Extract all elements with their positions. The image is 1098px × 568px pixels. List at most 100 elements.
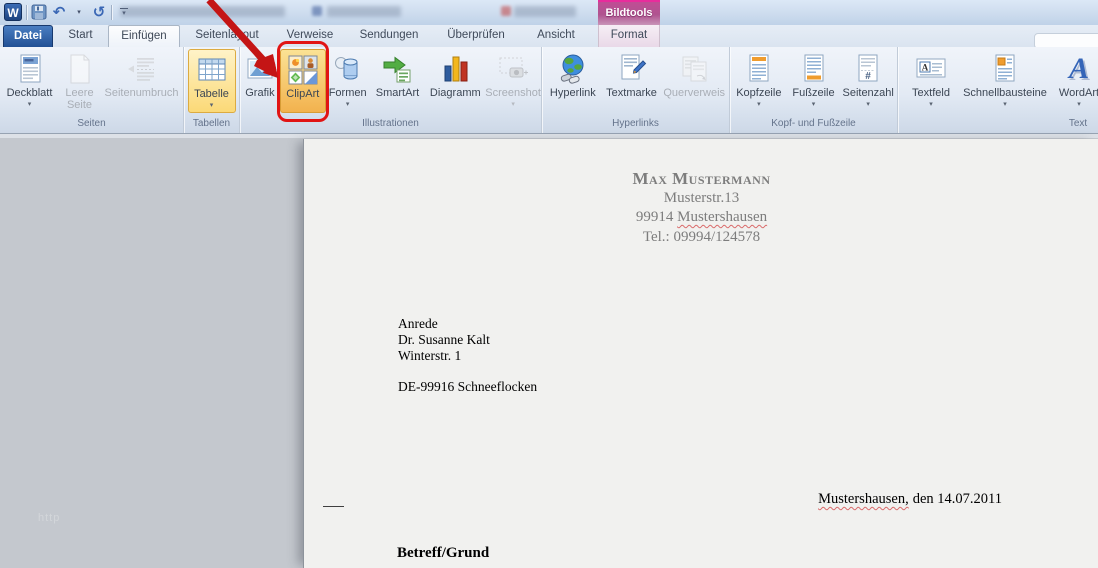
word-window: W ↶ ▾ ↺ ▾ Bildtools	[0, 0, 1098, 568]
group-label: Seiten	[0, 117, 183, 133]
querverweis-button[interactable]: Querverweis	[659, 49, 729, 113]
group-label: Text	[898, 117, 1098, 133]
chevron-down-icon: ▾	[866, 101, 870, 108]
recipient-line: DE-99916 Schneeflocken	[398, 379, 537, 395]
chart-icon	[440, 51, 470, 87]
cover-page-icon	[15, 51, 45, 87]
diagramm-button[interactable]: Diagramm	[425, 49, 485, 113]
save-icon	[31, 4, 47, 20]
redo-icon: ↺	[93, 5, 106, 20]
textfeld-button[interactable]: A Textfeld ▾	[904, 49, 958, 113]
toolbar-separator	[111, 5, 112, 20]
subject-line: Betreff/Grund	[397, 545, 489, 562]
textmarke-button[interactable]: Textmarke	[604, 49, 660, 113]
hyperlink-button[interactable]: Hyperlink	[542, 49, 604, 113]
blurred-favicon	[312, 6, 322, 16]
redo-button[interactable]: ↺	[91, 3, 107, 21]
chevron-down-icon: ▾	[929, 101, 933, 108]
chevron-down-icon: ▾	[210, 102, 214, 109]
letterhead-street: Musterstr.13	[304, 189, 1098, 209]
button-label: Diagramm	[430, 87, 481, 99]
group-label: Kopf- und Fußzeile	[730, 117, 897, 133]
letterhead-name: Max Mustermann	[304, 169, 1098, 189]
screenshot-button[interactable]: Screenshot ▾	[485, 49, 541, 113]
button-label: Textfeld	[912, 87, 950, 99]
ribbon: Deckblatt ▾ Leere Seite	[0, 47, 1098, 134]
word-logo-icon[interactable]: W	[4, 3, 22, 21]
fusszeile-button[interactable]: Fußzeile ▾	[788, 49, 840, 113]
bookmark-icon	[617, 51, 647, 87]
button-label: Screenshot	[485, 87, 541, 99]
leere-seite-button[interactable]: Leere Seite	[59, 49, 101, 113]
ribbon-group-seiten: Deckblatt ▾ Leere Seite	[0, 47, 184, 133]
undo-icon: ↶	[53, 5, 66, 20]
quick-access-toolbar: W ↶ ▾ ↺ ▾	[4, 2, 132, 22]
tab-format-bildtools[interactable]: Format	[598, 25, 660, 47]
tab-ueberpruefen[interactable]: Überprüfen	[432, 25, 520, 47]
blurred-window-title	[327, 6, 401, 17]
button-label: Querverweis	[663, 87, 725, 99]
button-label: SmartArt	[376, 87, 419, 99]
toolbar-separator	[26, 5, 27, 20]
header-icon	[745, 51, 773, 87]
tab-sendungen[interactable]: Sendungen	[346, 25, 432, 47]
tab-einfuegen[interactable]: Einfügen	[108, 25, 180, 47]
recipient-line: Winterstr. 1	[398, 348, 537, 364]
chevron-down-icon: ▾	[28, 101, 32, 108]
hyperlink-globe-icon	[558, 51, 588, 87]
spellcheck-underline: Mustershausen	[677, 209, 767, 225]
undo-button[interactable]: ↶	[51, 3, 67, 21]
blurred-favicon	[501, 6, 511, 16]
recipient-line: Dr. Susanne Kalt	[398, 332, 537, 348]
smartart-icon	[382, 51, 412, 87]
chevron-down-icon: ▾	[757, 101, 761, 108]
formen-button[interactable]: Formen ▾	[326, 49, 370, 113]
kopfzeile-button[interactable]: Kopfzeile ▾	[730, 49, 788, 113]
footer-icon	[800, 51, 828, 87]
quick-parts-icon	[991, 51, 1019, 87]
contextual-tab-group-header: Bildtools	[598, 0, 660, 25]
cross-reference-icon	[679, 51, 709, 87]
button-label: Formen	[329, 87, 367, 99]
svg-text:#: #	[865, 71, 871, 82]
button-label: Seitenzahl	[842, 87, 893, 99]
tab-datei[interactable]: Datei	[3, 25, 53, 47]
tab-start[interactable]: Start	[53, 25, 108, 47]
chevron-down-icon: ▾	[812, 101, 816, 108]
deckblatt-button[interactable]: Deckblatt ▾	[1, 49, 59, 113]
screenshot-icon	[497, 51, 529, 87]
svg-text:A: A	[922, 63, 929, 73]
page-number-icon: #	[854, 51, 882, 87]
text-box-icon: A	[915, 51, 947, 87]
undo-dropdown[interactable]: ▾	[71, 3, 87, 21]
blank-line	[398, 364, 537, 379]
spellcheck-underline: Mustershausen,	[818, 491, 909, 507]
document-canvas: http Max Mustermann Musterstr.13 99914 M…	[0, 134, 1098, 568]
button-label: Leere Seite	[59, 87, 101, 111]
titlebar: W ↶ ▾ ↺ ▾ Bildtools	[0, 0, 1098, 25]
blank-page-icon	[67, 51, 93, 87]
recipient-line: Anrede	[398, 316, 537, 332]
letterhead: Max Mustermann Musterstr.13 99914 Muster…	[304, 169, 1098, 247]
button-label: Textmarke	[606, 87, 657, 99]
save-button[interactable]	[31, 3, 47, 21]
chevron-down-icon: ▾	[77, 8, 81, 16]
chevron-down-icon: ▾	[346, 101, 350, 108]
chevron-down-icon: ▾	[511, 101, 515, 108]
group-label: Tabellen	[184, 117, 239, 133]
shapes-icon	[333, 51, 363, 87]
button-label: Kopfzeile	[736, 87, 781, 99]
smartart-button[interactable]: SmartArt	[370, 49, 426, 113]
seitenumbruch-button[interactable]: Seitenumbruch	[101, 49, 183, 113]
document-page[interactable]: Max Mustermann Musterstr.13 99914 Muster…	[303, 139, 1098, 568]
chevron-down-icon: ▾	[1003, 101, 1007, 108]
tab-ansicht[interactable]: Ansicht	[520, 25, 592, 47]
wordart-button[interactable]: A WordArt ▾	[1052, 49, 1098, 113]
seitenzahl-button[interactable]: # Seitenzahl ▾	[839, 49, 897, 113]
button-label: Hyperlink	[550, 87, 596, 99]
ribbon-tab-row: Datei Start Einfügen Seitenlayout Verwei…	[0, 25, 1098, 47]
ribbon-group-text: A Textfeld ▾	[898, 47, 1098, 133]
ribbon-group-hyperlinks: Hyperlink Textmarke	[542, 47, 730, 133]
blurred-window-title	[514, 6, 576, 17]
schnellbausteine-button[interactable]: Schnellbausteine ▾	[958, 49, 1052, 113]
